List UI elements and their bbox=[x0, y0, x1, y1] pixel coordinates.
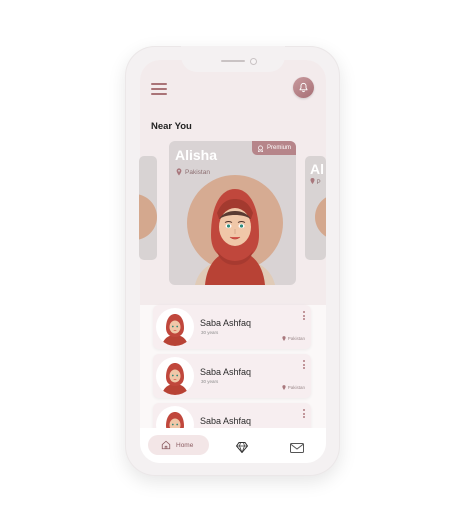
avatar-illustration bbox=[162, 363, 188, 395]
phone-speaker bbox=[221, 60, 245, 62]
list-item-name: Saba Ashfaq bbox=[200, 416, 252, 426]
premium-label: Premium bbox=[266, 145, 291, 151]
notification-button[interactable] bbox=[293, 77, 314, 98]
next-card-location-text: P bbox=[316, 180, 321, 186]
home-icon bbox=[161, 440, 171, 450]
phone-notch bbox=[181, 46, 285, 72]
next-card-name: Al bbox=[310, 161, 324, 177]
hamburger-menu-icon[interactable] bbox=[151, 83, 167, 95]
list-item-location: Pakistan bbox=[282, 385, 305, 390]
bell-icon bbox=[299, 82, 308, 93]
location-pin-icon bbox=[282, 336, 286, 341]
next-card-location: P bbox=[310, 178, 321, 186]
list-item-location-text: Pakistan bbox=[287, 336, 305, 341]
nav-home-tab[interactable]: Home bbox=[148, 435, 209, 455]
avatar-illustration bbox=[162, 314, 188, 346]
location-pin-icon bbox=[310, 178, 315, 184]
nav-messages-tab[interactable] bbox=[290, 440, 304, 453]
featured-profile-card[interactable]: Alisha Pakistan Premium bbox=[169, 141, 296, 285]
nav-home-label: Home bbox=[176, 441, 194, 449]
premium-icon bbox=[257, 145, 263, 152]
list-item-age: 30 years bbox=[201, 379, 219, 384]
more-options-icon[interactable] bbox=[302, 409, 306, 419]
near-you-title: Near You bbox=[151, 121, 192, 132]
phone-camera bbox=[250, 58, 257, 65]
list-item-age: 30 years bbox=[201, 330, 219, 335]
list-item-name: Saba Ashfaq bbox=[200, 318, 252, 328]
avatar bbox=[156, 308, 194, 346]
diamond-icon bbox=[235, 442, 249, 454]
list-item[interactable]: Saba Ashfaq 30 years Pakistan bbox=[153, 305, 311, 349]
more-options-icon[interactable] bbox=[302, 311, 306, 321]
featured-name: Alisha bbox=[175, 147, 218, 163]
list-item-name: Saba Ashfaq bbox=[200, 367, 252, 377]
more-options-icon[interactable] bbox=[302, 360, 306, 370]
list-item-location-text: Pakistan bbox=[287, 385, 305, 390]
list-item[interactable]: Saba Ashfaq 30 years Pakistan bbox=[153, 354, 311, 398]
avatar bbox=[156, 357, 194, 395]
avatar bbox=[315, 194, 326, 240]
nav-premium-tab[interactable] bbox=[235, 440, 249, 454]
location-pin-icon bbox=[282, 385, 286, 390]
premium-badge: Premium bbox=[251, 141, 296, 155]
avatar bbox=[139, 194, 157, 240]
carousel-card-previous[interactable] bbox=[139, 156, 157, 260]
stage: Near You Al P Alisha Pakistan Premium Sa… bbox=[0, 0, 465, 523]
list-item-location: Pakistan bbox=[282, 336, 305, 341]
avatar bbox=[187, 175, 283, 285]
mail-icon bbox=[290, 443, 304, 453]
carousel-card-next[interactable]: Al P bbox=[305, 156, 326, 260]
